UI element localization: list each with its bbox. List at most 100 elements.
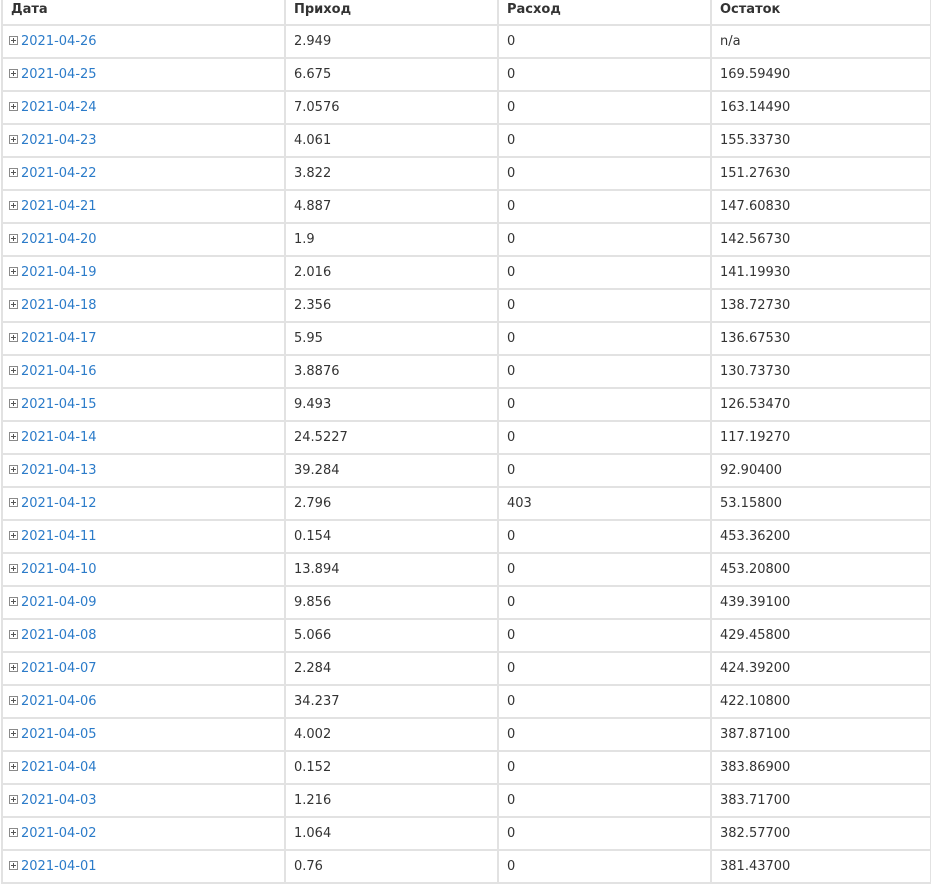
date-link[interactable]: 2021-04-24 — [21, 100, 97, 115]
date-cell: 2021-04-07 — [1, 651, 286, 686]
date-link[interactable]: 2021-04-01 — [21, 859, 97, 874]
plus-square-icon[interactable] — [9, 35, 18, 45]
date-link[interactable]: 2021-04-04 — [21, 760, 97, 775]
plus-square-icon[interactable] — [9, 134, 18, 144]
date-cell: 2021-04-15 — [1, 387, 286, 422]
date-cell: 2021-04-19 — [1, 255, 286, 290]
plus-square-icon[interactable] — [9, 827, 18, 837]
column-header-date: Дата — [1, 0, 286, 26]
table-row: 2021-04-04 0.152 0 383.86900 — [1, 750, 931, 785]
balance-cell: 142.56730 — [710, 222, 931, 257]
plus-square-icon[interactable] — [9, 68, 18, 78]
plus-square-icon[interactable] — [9, 761, 18, 771]
expense-cell: 0 — [497, 222, 712, 257]
table-row: 2021-04-03 1.216 0 383.71700 — [1, 783, 931, 818]
date-link[interactable]: 2021-04-19 — [21, 265, 97, 280]
date-link[interactable]: 2021-04-10 — [21, 562, 97, 577]
date-link[interactable]: 2021-04-11 — [21, 529, 97, 544]
table-row: 2021-04-10 13.894 0 453.20800 — [1, 552, 931, 587]
plus-square-icon[interactable] — [9, 497, 18, 507]
date-link[interactable]: 2021-04-02 — [21, 826, 97, 841]
date-link[interactable]: 2021-04-18 — [21, 298, 97, 313]
expense-cell: 0 — [497, 189, 712, 224]
income-cell: 4.887 — [284, 189, 499, 224]
column-header-expense: Расход — [497, 0, 712, 26]
plus-square-icon[interactable] — [9, 167, 18, 177]
date-link[interactable]: 2021-04-13 — [21, 463, 97, 478]
date-cell: 2021-04-17 — [1, 321, 286, 356]
plus-square-icon[interactable] — [9, 860, 18, 870]
balance-cell: 141.19930 — [710, 255, 931, 290]
table-row: 2021-04-02 1.064 0 382.57700 — [1, 816, 931, 851]
table-row: 2021-04-09 9.856 0 439.39100 — [1, 585, 931, 620]
table-row: 2021-04-01 0.76 0 381.43700 — [1, 849, 931, 884]
plus-square-icon[interactable] — [9, 233, 18, 243]
date-link[interactable]: 2021-04-16 — [21, 364, 97, 379]
date-cell: 2021-04-22 — [1, 156, 286, 191]
column-header-balance: Остаток — [710, 0, 931, 26]
income-cell: 34.237 — [284, 684, 499, 719]
date-link[interactable]: 2021-04-03 — [21, 793, 97, 808]
date-link[interactable]: 2021-04-09 — [21, 595, 97, 610]
plus-square-icon[interactable] — [9, 464, 18, 474]
table-row: 2021-04-16 3.8876 0 130.73730 — [1, 354, 931, 389]
date-link[interactable]: 2021-04-06 — [21, 694, 97, 709]
date-cell: 2021-04-11 — [1, 519, 286, 554]
plus-square-icon[interactable] — [9, 101, 18, 111]
table-row: 2021-04-21 4.887 0 147.60830 — [1, 189, 931, 224]
plus-square-icon[interactable] — [9, 299, 18, 309]
plus-square-icon[interactable] — [9, 530, 18, 540]
date-link[interactable]: 2021-04-12 — [21, 496, 97, 511]
plus-square-icon[interactable] — [9, 563, 18, 573]
plus-square-icon[interactable] — [9, 629, 18, 639]
table-row: 2021-04-13 39.284 0 92.90400 — [1, 453, 931, 488]
balance-cell: 424.39200 — [710, 651, 931, 686]
plus-square-icon[interactable] — [9, 398, 18, 408]
plus-square-icon[interactable] — [9, 728, 18, 738]
expense-cell: 0 — [497, 519, 712, 554]
income-cell: 3.8876 — [284, 354, 499, 389]
date-cell: 2021-04-18 — [1, 288, 286, 323]
expense-cell: 0 — [497, 684, 712, 719]
date-link[interactable]: 2021-04-26 — [21, 34, 97, 49]
table-row: 2021-04-14 24.5227 0 117.19270 — [1, 420, 931, 455]
date-link[interactable]: 2021-04-15 — [21, 397, 97, 412]
plus-square-icon[interactable] — [9, 431, 18, 441]
expense-cell: 403 — [497, 486, 712, 521]
expense-cell: 0 — [497, 288, 712, 323]
date-link[interactable]: 2021-04-08 — [21, 628, 97, 643]
plus-square-icon[interactable] — [9, 332, 18, 342]
table-body: 2021-04-26 2.949 0 n/a 2021-04-25 6.675 0 169.5… — [1, 24, 931, 884]
date-link[interactable]: 2021-04-25 — [21, 67, 97, 82]
plus-square-icon[interactable] — [9, 794, 18, 804]
date-cell: 2021-04-14 — [1, 420, 286, 455]
date-link[interactable]: 2021-04-22 — [21, 166, 97, 181]
expense-cell: 0 — [497, 585, 712, 620]
balance-cell: 130.73730 — [710, 354, 931, 389]
balance-cell: 453.20800 — [710, 552, 931, 587]
date-link[interactable]: 2021-04-23 — [21, 133, 97, 148]
table-row: 2021-04-25 6.675 0 169.59490 — [1, 57, 931, 92]
plus-square-icon[interactable] — [9, 695, 18, 705]
date-link[interactable]: 2021-04-17 — [21, 331, 97, 346]
plus-square-icon[interactable] — [9, 596, 18, 606]
balance-cell: n/a — [710, 24, 931, 59]
table-row: 2021-04-19 2.016 0 141.19930 — [1, 255, 931, 290]
income-cell: 6.675 — [284, 57, 499, 92]
date-link[interactable]: 2021-04-21 — [21, 199, 97, 214]
date-cell: 2021-04-10 — [1, 552, 286, 587]
balance-cell: 147.60830 — [710, 189, 931, 224]
table-row: 2021-04-07 2.284 0 424.39200 — [1, 651, 931, 686]
date-link[interactable]: 2021-04-14 — [21, 430, 97, 445]
plus-square-icon[interactable] — [9, 200, 18, 210]
date-link[interactable]: 2021-04-20 — [21, 232, 97, 247]
date-cell: 2021-04-26 — [1, 24, 286, 59]
balance-cell: 382.57700 — [710, 816, 931, 851]
plus-square-icon[interactable] — [9, 365, 18, 375]
plus-square-icon[interactable] — [9, 662, 18, 672]
date-link[interactable]: 2021-04-07 — [21, 661, 97, 676]
balance-cell: 383.86900 — [710, 750, 931, 785]
balance-cell: 429.45800 — [710, 618, 931, 653]
plus-square-icon[interactable] — [9, 266, 18, 276]
date-link[interactable]: 2021-04-05 — [21, 727, 97, 742]
